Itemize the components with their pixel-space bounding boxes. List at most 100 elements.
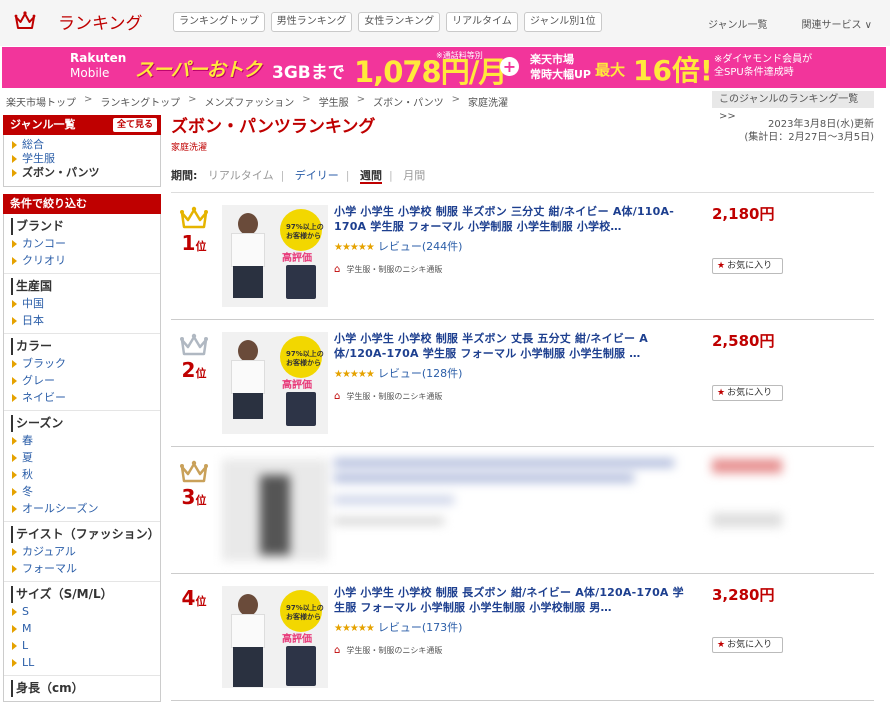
filter-option[interactable]: グレー xyxy=(12,372,156,389)
gold-crown-icon xyxy=(180,206,208,229)
blurred-price xyxy=(712,459,782,473)
product-image[interactable] xyxy=(222,459,328,561)
genre-list-link[interactable]: ジャンル一覧 xyxy=(708,16,768,31)
breadcrumb-item[interactable]: ズボン・パンツ xyxy=(373,94,444,109)
banner-brand-line2: Mobile xyxy=(70,66,110,80)
breadcrumb: 楽天市場トップ > ランキングトップ > メンズファッション > 学生服 > ズボン・パ… xyxy=(6,94,508,109)
shop-name-link[interactable]: 学生服・制服のニシキ通販 xyxy=(346,265,442,274)
filter-group-brand: ブランド カンコー クリオリ xyxy=(4,214,160,273)
genre-ranking-list-link[interactable]: このジャンルのランキング一覧 >> xyxy=(712,91,874,122)
period-label: 期間: xyxy=(171,169,198,182)
filter-option[interactable]: 秋 xyxy=(12,466,156,483)
star-icon: ★ xyxy=(717,388,726,398)
breadcrumb-item[interactable]: ランキングトップ xyxy=(100,94,180,109)
filter-option[interactable]: 冬 xyxy=(12,483,156,500)
nav-male-ranking[interactable]: 男性ランキング xyxy=(270,12,353,32)
tab-realtime[interactable]: リアルタイム xyxy=(208,169,274,182)
product-name-link[interactable]: 小学 小学生 小学校 制服 半ズボン 三分丈 紺/ネイビー A体/110A-17… xyxy=(334,204,689,234)
product-image[interactable]: 97%以上の お客様から 高評価 xyxy=(222,205,328,307)
filter-group-size: サイズ（S/M/L） S M L LL xyxy=(4,581,160,675)
tab-monthly[interactable]: 月間 xyxy=(403,169,425,182)
shop-home-icon: ⌂ xyxy=(334,264,341,275)
header-nav: ランキングトップ 男性ランキング 女性ランキング リアルタイム ジャンル別1位 xyxy=(173,12,602,32)
period-range: (集計日：2月27日～3月5日) xyxy=(744,132,874,143)
filter-group-title: サイズ（S/M/L） xyxy=(11,586,156,603)
product-price: 2,180円 xyxy=(712,205,775,223)
review-link[interactable]: レビュー(244件) xyxy=(378,240,463,253)
banner-diamond-line1: ※ダイヤモンド会員が xyxy=(714,54,813,65)
genre-list-title: ジャンル一覧 xyxy=(10,118,76,131)
review-link[interactable]: レビュー(128件) xyxy=(378,367,463,380)
filter-option[interactable]: フォーマル xyxy=(12,560,156,577)
filter-option[interactable]: オールシーズン xyxy=(12,500,156,517)
related-services-link[interactable]: 関連サービス ∨ xyxy=(802,16,873,31)
shop-home-icon: ⌂ xyxy=(334,645,341,656)
favorite-button[interactable]: ★ お気に入り xyxy=(712,385,783,401)
updated-date: 2023年3月8日(水)更新 xyxy=(768,119,874,130)
filter-option[interactable]: L xyxy=(12,637,156,654)
see-all-button[interactable]: 全て見る xyxy=(112,118,157,132)
filter-option[interactable]: 夏 xyxy=(12,449,156,466)
product-image[interactable]: 97%以上の お客様から 高評価 xyxy=(222,332,328,434)
breadcrumb-item: 家庭洗濯 xyxy=(467,98,508,109)
filter-option[interactable]: 春 xyxy=(12,432,156,449)
filter-option[interactable]: S xyxy=(12,603,156,620)
filter-option[interactable]: 中国 xyxy=(12,295,156,312)
filter-option[interactable]: カンコー xyxy=(12,235,156,252)
filter-option[interactable]: LL xyxy=(12,654,156,671)
ranking-logo[interactable]: ランキング xyxy=(58,9,143,34)
rank-number: 4 xyxy=(181,586,196,610)
product-price: 2,580円 xyxy=(712,332,775,350)
banner-brand-line1: Rakuten xyxy=(70,51,127,65)
nav-genre-first[interactable]: ジャンル別1位 xyxy=(523,12,602,32)
product-name-link[interactable]: 小学 小学生 小学校 制服 長ズボン 紺/ネイビー A体/120A-170A 学… xyxy=(334,585,689,615)
shop-home-icon: ⌂ xyxy=(334,391,341,402)
review-link[interactable]: レビュー(173件) xyxy=(378,621,463,634)
nav-female-ranking[interactable]: 女性ランキング xyxy=(358,12,441,32)
product-image[interactable]: 97%以上の お客様から 高評価 xyxy=(222,586,328,688)
tab-weekly[interactable]: 週間 xyxy=(360,169,383,184)
filter-group-taste: テイスト（ファッション） カジュアル フォーマル xyxy=(4,521,160,581)
genre-item-pants: ズボン・パンツ xyxy=(12,166,156,180)
breadcrumb-item[interactable]: 学生服 xyxy=(319,94,349,109)
rank-badge: 1位 xyxy=(176,205,212,255)
filter-option[interactable]: ブラック xyxy=(12,355,156,372)
banner-campaign: スーパーおトク xyxy=(135,59,262,81)
ranking-crown-icon[interactable] xyxy=(14,10,36,32)
filter-group-title: テイスト（ファッション） xyxy=(11,526,160,543)
filter-title: 条件で絞り込む xyxy=(10,197,87,210)
filter-group-title: ブランド xyxy=(11,218,156,235)
product-name-link[interactable]: 小学 小学生 小学校 制服 半ズボン 丈長 五分丈 紺/ネイビー A体/120A… xyxy=(334,331,689,361)
genre-item-all[interactable]: 総合 xyxy=(12,138,156,152)
image-badge-line1: 97%以上の xyxy=(286,604,324,612)
image-badge-line2: お客様から xyxy=(286,232,321,240)
rank-number: 3 xyxy=(181,485,196,509)
favorite-label: お気に入り xyxy=(727,261,773,271)
rank-badge: 4位 xyxy=(176,586,212,610)
banner-diamond-line2: 全SPU条件達成時 xyxy=(714,67,794,78)
genre-item-uniform[interactable]: 学生服 xyxy=(12,152,156,166)
filter-group-title: シーズン xyxy=(11,415,156,432)
blurred-product-info xyxy=(334,459,689,524)
shop-name-link[interactable]: 学生服・制服のニシキ通販 xyxy=(346,392,442,401)
favorite-button[interactable]: ★ お気に入り xyxy=(712,258,783,274)
blurred-favorite xyxy=(712,513,782,527)
filter-option[interactable]: 日本 xyxy=(12,312,156,329)
product-price: 3,280円 xyxy=(712,586,775,604)
star-icon: ★ xyxy=(717,261,726,271)
shop-name-link[interactable]: 学生服・制服のニシキ通販 xyxy=(346,646,442,655)
filter-option[interactable]: ネイビー xyxy=(12,389,156,406)
filter-header: 条件で絞り込む xyxy=(3,194,161,214)
rakuten-mobile-banner[interactable]: Rakuten Mobile スーパーおトク 3GBまで 1,078円/月 ※通話… xyxy=(2,47,886,88)
breadcrumb-item[interactable]: メンズファッション xyxy=(204,94,294,109)
update-info: 2023年3月8日(水)更新 (集計日：2月27日～3月5日) xyxy=(744,118,874,144)
rank-badge: 2位 xyxy=(176,332,212,382)
filter-option[interactable]: M xyxy=(12,620,156,637)
nav-realtime[interactable]: リアルタイム xyxy=(446,12,518,32)
filter-option[interactable]: クリオリ xyxy=(12,252,156,269)
favorite-button[interactable]: ★ お気に入り xyxy=(712,637,783,653)
tab-daily[interactable]: デイリー xyxy=(295,169,339,182)
breadcrumb-item[interactable]: 楽天市場トップ xyxy=(6,94,76,109)
filter-option[interactable]: カジュアル xyxy=(12,543,156,560)
nav-ranking-top[interactable]: ランキングトップ xyxy=(173,12,265,32)
